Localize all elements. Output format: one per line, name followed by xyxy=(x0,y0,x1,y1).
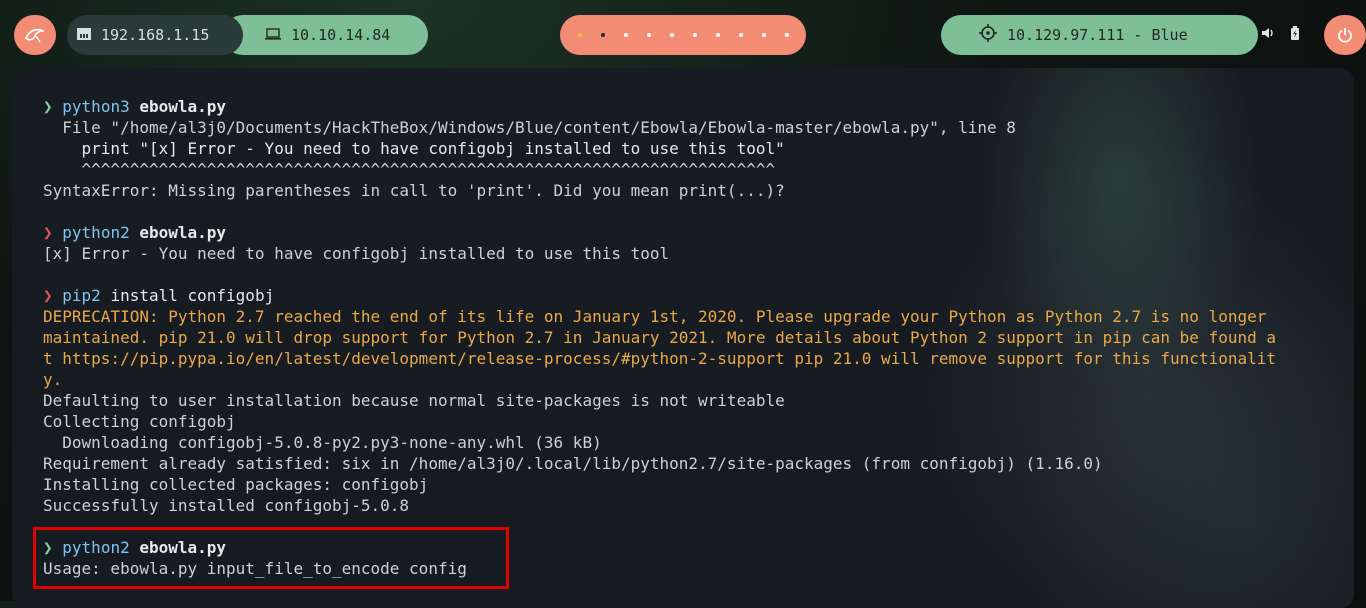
terminal-output: ❯ python3 ebowla.py File "/home/al3j0/Do… xyxy=(43,96,1343,579)
prompt-symbol: ❯ xyxy=(43,223,53,242)
workspace-dot-1[interactable] xyxy=(577,33,582,37)
workspace-dot-5[interactable] xyxy=(669,33,674,37)
output-line: Downloading configobj-5.0.8-py2.py3-none… xyxy=(43,433,602,452)
prompt-line: ❯ python2 ebowla.py xyxy=(43,223,227,242)
highlight-box xyxy=(33,527,509,589)
prompt-symbol: ❯ xyxy=(43,97,53,116)
warning-line: t https://pip.pypa.io/en/latest/developm… xyxy=(43,349,1276,368)
target-label: 10.129.97.111 - Blue xyxy=(1007,26,1188,44)
crosshair-icon xyxy=(979,24,997,46)
output-line: print "[x] Error - You need to have conf… xyxy=(43,139,785,158)
power-icon xyxy=(1338,28,1352,43)
prompt-line: ❯ python3 ebowla.py xyxy=(43,97,227,116)
power-button[interactable] xyxy=(1324,15,1366,55)
output-line: Requirement already satisfied: six in /h… xyxy=(43,454,1103,473)
prompt-symbol: ❯ xyxy=(43,286,53,305)
local-ip-label: 192.168.1.15 xyxy=(101,26,210,44)
top-bar: 10.10.14.84 192.168.1.15 10.129.97.111 -… xyxy=(0,0,1366,70)
system-tray xyxy=(1262,15,1300,55)
vpn-ip-label: 10.10.14.84 xyxy=(291,26,391,44)
output-line: Installing collected packages: configobj xyxy=(43,475,429,494)
output-line: [x] Error - You need to have configobj i… xyxy=(43,244,670,263)
workspace-dot-9[interactable] xyxy=(761,33,766,37)
workspace-dot-3[interactable] xyxy=(623,33,628,37)
workspace-switcher[interactable] xyxy=(560,15,806,55)
os-menu-button[interactable] xyxy=(14,15,56,55)
workspace-dot-6[interactable] xyxy=(692,33,697,37)
ethernet-icon xyxy=(77,26,91,44)
volume-icon[interactable] xyxy=(1262,27,1276,43)
battery-icon[interactable] xyxy=(1290,26,1300,44)
output-line: Successfully installed configobj-5.0.8 xyxy=(43,496,410,515)
workspace-dot-4[interactable] xyxy=(646,33,651,37)
kali-dragon-icon xyxy=(25,28,45,43)
output-line: File "/home/al3j0/Documents/HackTheBox/W… xyxy=(43,118,1016,137)
laptop-icon xyxy=(265,26,281,44)
workspace-dot-8[interactable] xyxy=(738,33,743,37)
warning-line: maintained. pip 21.0 will drop support f… xyxy=(43,328,1276,347)
output-line: Collecting configobj xyxy=(43,412,236,431)
workspace-dot-10[interactable] xyxy=(784,33,789,37)
workspace-dot-7[interactable] xyxy=(715,33,720,37)
output-line: Defaulting to user installation because … xyxy=(43,391,785,410)
warning-line: y. xyxy=(43,370,63,389)
workspace-dot-2[interactable] xyxy=(600,33,605,37)
prompt-line: ❯ pip2 install configobj xyxy=(43,286,275,305)
warning-line: DEPRECATION: Python 2.7 reached the end … xyxy=(43,307,1267,326)
local-ip-widget[interactable]: 192.168.1.15 xyxy=(67,15,243,55)
output-line: ^^^^^^^^^^^^^^^^^^^^^^^^^^^^^^^^^^^^^^^^… xyxy=(43,160,776,179)
vpn-ip-widget[interactable]: 10.10.14.84 xyxy=(223,15,428,55)
output-line: SyntaxError: Missing parentheses in call… xyxy=(43,181,785,200)
target-widget[interactable]: 10.129.97.111 - Blue xyxy=(941,15,1258,55)
